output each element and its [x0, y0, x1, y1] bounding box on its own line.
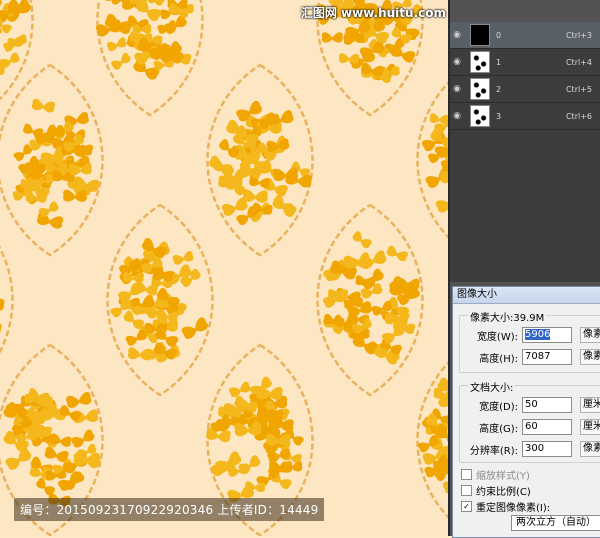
doc-height-label: 高度(G):	[460, 420, 522, 435]
butterfly-shape	[125, 329, 148, 347]
constrain-proportions-checkbox[interactable]: 约束比例(C)	[461, 483, 531, 498]
butterfly-shape	[106, 37, 127, 52]
checkmark-icon: ✓	[461, 501, 472, 512]
channel-row[interactable]: ◉ 0 Ctrl+3	[450, 22, 600, 49]
resolution-unit[interactable]: 像素/英寸	[580, 441, 600, 457]
channel-name: 2	[496, 85, 556, 94]
butterfly-shape	[0, 296, 5, 312]
doc-width-unit[interactable]: 厘米	[580, 397, 600, 413]
eye-icon[interactable]: ◉	[450, 30, 464, 40]
butterfly-shape	[65, 391, 92, 408]
butterfly-shape	[0, 319, 2, 336]
butterfly-shape	[31, 98, 55, 113]
butterfly-shape	[36, 211, 64, 229]
channel-row[interactable]: ◉ 1 Ctrl+4	[450, 49, 600, 76]
resolution-input[interactable]: 300	[522, 441, 572, 457]
doc-width-label: 宽度(D):	[460, 398, 522, 413]
channel-thumbnail	[470, 78, 490, 100]
doc-height-row: 高度(G): 60 厘米	[460, 418, 600, 436]
channel-thumbnail	[470, 105, 490, 127]
scale-styles-checkbox[interactable]: 缩放样式(Y)	[461, 467, 530, 482]
checkbox-icon	[461, 485, 472, 496]
watermark-caption: 编号：20150923170922920346 上传者ID：14449	[14, 498, 324, 521]
butterfly-shape	[386, 245, 409, 263]
butterfly-shape	[110, 52, 132, 71]
constrain-label: 约束比例(C)	[476, 483, 531, 498]
doc-size-label: 文档大小:	[468, 379, 515, 394]
resample-checkbox[interactable]: ✓ 重定图像像素(I):	[461, 499, 550, 514]
butterfly-shape	[322, 32, 343, 42]
channel-name: 3	[496, 112, 556, 121]
butterfly-shape	[172, 250, 194, 265]
image-size-dialog: 图像大小 像素大小:39.9M 宽度(W): 5906 像素 高度(H): 70…	[452, 286, 600, 538]
channel-shortcut: Ctrl+6	[566, 112, 592, 121]
butterfly-shape	[128, 347, 153, 361]
doc-width-input[interactable]: 50	[522, 397, 572, 413]
butterfly-shape	[351, 230, 373, 250]
width-label: 宽度(W):	[460, 328, 522, 343]
resolution-row: 分辨率(R): 300 像素/英寸	[460, 440, 600, 458]
channels-panel: ◉ 0 Ctrl+3 ◉ 1 Ctrl+4 ◉ 2 Ctrl+5 ◉ 3 Ctr…	[450, 22, 600, 282]
channel-shortcut: Ctrl+4	[566, 58, 592, 67]
site-logo: 汇图网 www.huitu.com	[301, 4, 446, 21]
channel-row[interactable]: ◉ 2 Ctrl+5	[450, 76, 600, 103]
checkbox-icon	[461, 469, 472, 480]
eye-icon[interactable]: ◉	[450, 57, 464, 67]
butterfly-shape	[249, 175, 271, 188]
doc-height-input[interactable]: 60	[522, 419, 572, 435]
butterfly-shape	[243, 189, 268, 203]
channel-thumbnail	[470, 51, 490, 73]
pixel-height-input[interactable]: 7087	[522, 349, 572, 365]
pixel-height-row: 高度(H): 7087 像素	[460, 348, 600, 366]
resolution-label: 分辨率(R):	[460, 442, 522, 457]
doc-width-row: 宽度(D): 50 厘米	[460, 396, 600, 414]
pixel-dimensions-group: 像素大小:39.9M 宽度(W): 5906 像素 高度(H): 7087 像素	[459, 315, 600, 373]
eye-icon[interactable]: ◉	[450, 84, 464, 94]
dialog-title: 图像大小	[453, 287, 600, 304]
eye-icon[interactable]: ◉	[450, 111, 464, 121]
doc-height-unit[interactable]: 厘米	[580, 419, 600, 435]
channel-thumbnail	[470, 24, 490, 46]
channel-shortcut: Ctrl+3	[566, 31, 592, 40]
pixel-width-row: 宽度(W): 5906 像素	[460, 326, 600, 344]
document-size-group: 文档大小: 宽度(D): 50 厘米 高度(G): 60 厘米 分辨率(R): …	[459, 385, 600, 463]
butterfly-shape	[180, 316, 209, 340]
butterfly-shape	[435, 192, 448, 214]
height-label: 高度(H):	[460, 350, 522, 365]
channel-shortcut: Ctrl+5	[566, 85, 592, 94]
butterfly-shape	[429, 113, 448, 125]
channel-row[interactable]: ◉ 3 Ctrl+6	[450, 103, 600, 130]
pixel-height-unit[interactable]: 像素	[580, 349, 600, 365]
scale-styles-label: 缩放样式(Y)	[476, 467, 530, 482]
butterfly-shape	[22, 123, 44, 139]
vine-outline	[208, 65, 313, 255]
document-canvas[interactable]: 汇图网 www.huitu.com 编号：2015092317092292034…	[0, 0, 448, 536]
butterfly-pattern-artwork	[0, 0, 448, 536]
butterfly-shape	[228, 381, 251, 399]
butterfly-shape	[38, 200, 60, 218]
channel-name: 0	[496, 31, 556, 40]
resample-method-select[interactable]: 两次立方（自动）	[511, 515, 600, 531]
pixel-width-input[interactable]: 5906	[522, 327, 572, 343]
channel-name: 1	[496, 58, 556, 67]
pixel-size-label: 像素大小:39.9M	[468, 309, 546, 324]
butterfly-shape	[339, 53, 359, 64]
pixel-width-unit[interactable]: 像素	[580, 327, 600, 343]
resample-label: 重定图像像素(I):	[476, 499, 550, 514]
